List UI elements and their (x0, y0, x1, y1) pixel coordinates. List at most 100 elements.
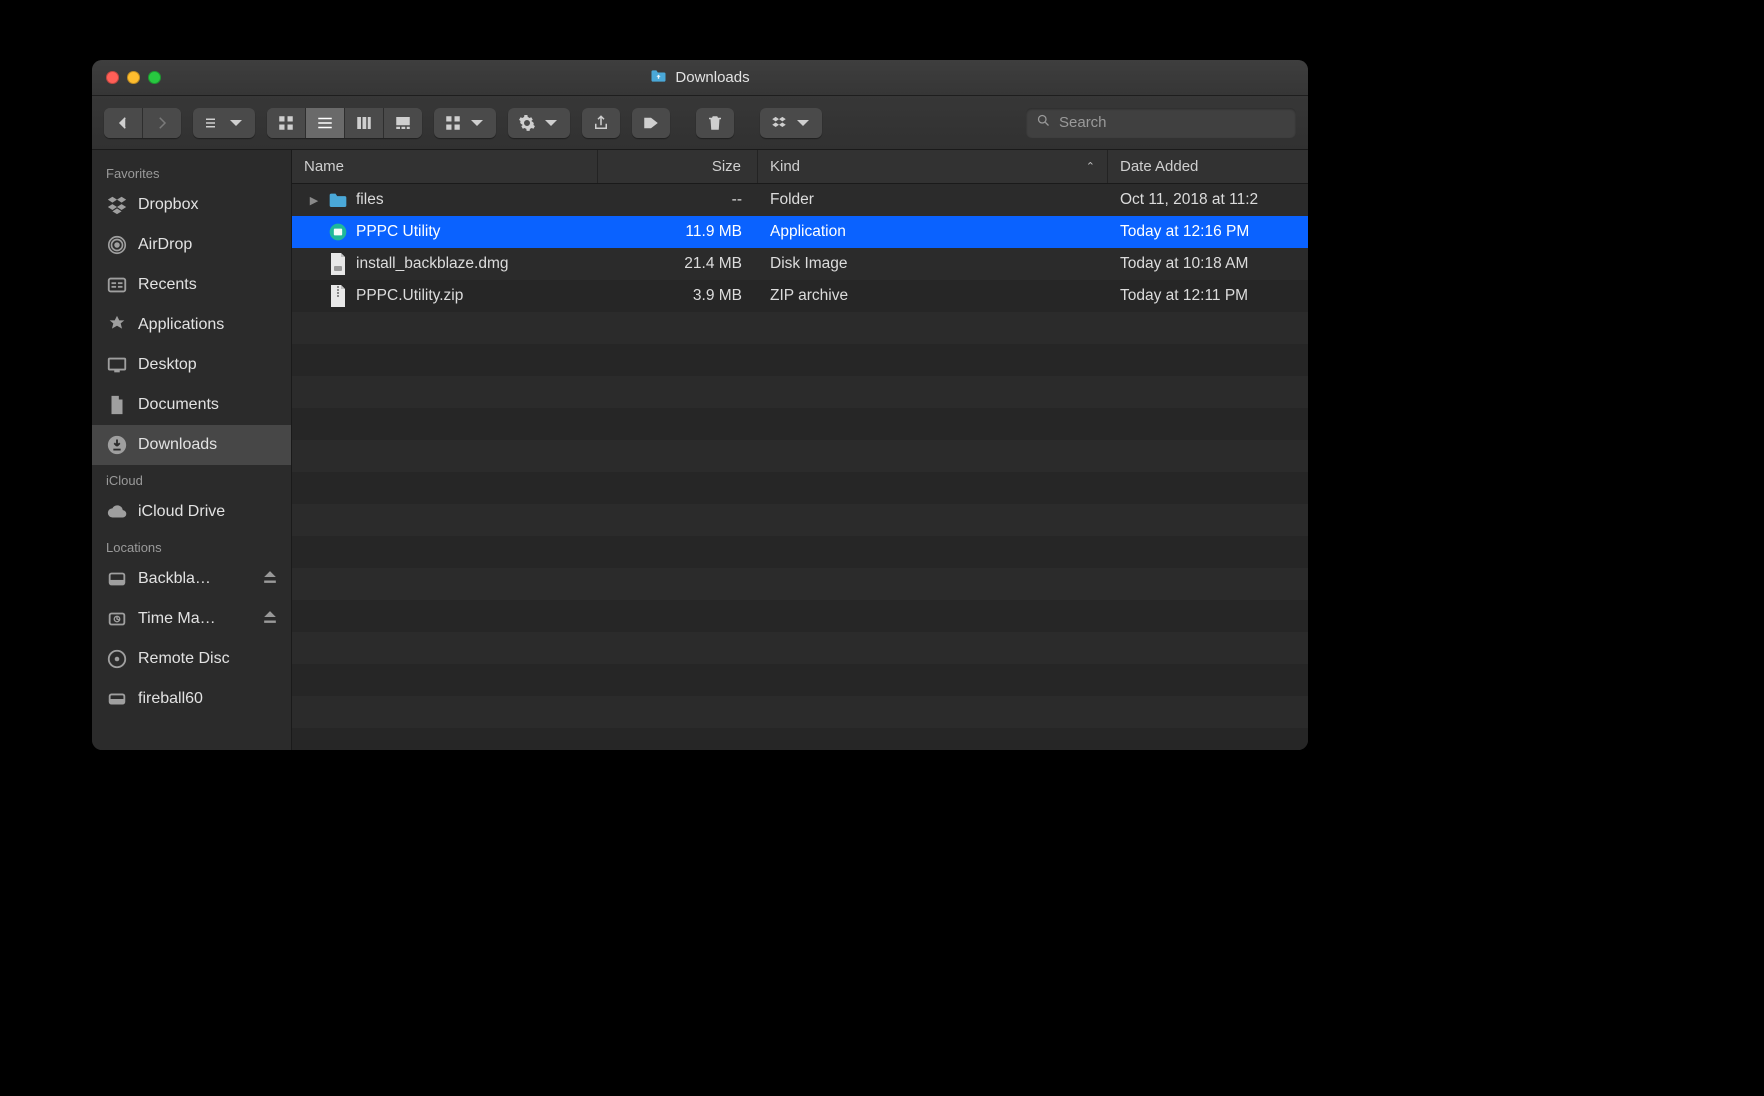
action-button[interactable] (508, 108, 570, 138)
dropbox-button[interactable] (760, 108, 822, 138)
share-button[interactable] (582, 108, 620, 138)
forward-button[interactable] (143, 108, 181, 138)
sidebar-item-dropbox[interactable]: Dropbox (92, 185, 291, 225)
sidebar-item-downloads[interactable]: Downloads (92, 425, 291, 465)
cell-kind: Disk Image (758, 248, 1108, 280)
window-title: Downloads (92, 60, 1308, 95)
sidebar: FavoritesDropbox AirDrop Recents Applicatio… (92, 150, 292, 750)
back-button[interactable] (104, 108, 143, 138)
search-input[interactable] (1059, 114, 1286, 131)
cloud-icon (106, 501, 128, 523)
file-icon (328, 222, 348, 242)
sidebar-section-label: iCloud (92, 465, 291, 492)
empty-row (292, 504, 1308, 536)
sidebar-item-label: Time Ma… (138, 610, 253, 628)
sidebar-item-fireball60[interactable]: fireball60 (92, 679, 291, 719)
sidebar-item-label: Backbla… (138, 570, 253, 588)
file-row[interactable]: PPPC.Utility.zip 3.9 MBZIP archiveToday a… (292, 280, 1308, 312)
arrange-button[interactable] (434, 108, 496, 138)
dropbox-icon (106, 194, 128, 216)
sidebar-item-icloud-drive[interactable]: iCloud Drive (92, 492, 291, 532)
file-icon (328, 286, 348, 306)
airdrop-icon (106, 234, 128, 256)
sidebar-item-label: iCloud Drive (138, 503, 277, 521)
tags-button[interactable] (632, 108, 670, 138)
sidebar-item-documents[interactable]: Documents (92, 385, 291, 425)
minimize-button[interactable] (127, 71, 140, 84)
empty-row (292, 376, 1308, 408)
cell-name: PPPC.Utility.zip (296, 280, 598, 312)
eject-icon[interactable] (263, 610, 277, 629)
file-rows: ▶files--FolderOct 11, 2018 at 11:2PPPC U… (292, 184, 1308, 750)
apps-icon (106, 314, 128, 336)
column-size[interactable]: Size (598, 150, 758, 183)
cell-date: Oct 11, 2018 at 11:2 (1108, 184, 1308, 216)
list-view-button[interactable] (306, 108, 345, 138)
sidebar-item-label: AirDrop (138, 236, 277, 254)
sidebar-section-label: Favorites (92, 158, 291, 185)
cell-name: install_backblaze.dmg (296, 248, 598, 280)
sidebar-item-backblaze[interactable]: Backbla… (92, 559, 291, 599)
cell-date: Today at 12:11 PM (1108, 280, 1308, 312)
column-name[interactable]: Name (292, 150, 598, 183)
downloads-icon (106, 434, 128, 456)
file-row[interactable]: PPPC Utility11.9 MBApplicationToday at 1… (292, 216, 1308, 248)
sidebar-item-remote-disc[interactable]: Remote Disc (92, 639, 291, 679)
sort-indicator-icon: ⌃ (1086, 160, 1095, 173)
window-body: FavoritesDropbox AirDrop Recents Applicatio… (92, 150, 1308, 750)
sidebar-item-label: Downloads (138, 436, 277, 454)
tmdrive-icon (106, 608, 128, 630)
search-field[interactable] (1026, 108, 1296, 138)
cell-kind: Application (758, 216, 1108, 248)
sidebar-item-label: fireball60 (138, 690, 277, 708)
zoom-button[interactable] (148, 71, 161, 84)
trash-button[interactable] (696, 108, 734, 138)
cell-date: Today at 10:18 AM (1108, 248, 1308, 280)
close-button[interactable] (106, 71, 119, 84)
empty-row (292, 472, 1308, 504)
empty-row (292, 408, 1308, 440)
folder-icon (650, 69, 667, 87)
sidebar-item-label: Applications (138, 316, 277, 334)
file-row[interactable]: ▶files--FolderOct 11, 2018 at 11:2 (292, 184, 1308, 216)
eject-icon[interactable] (263, 570, 277, 589)
empty-row (292, 568, 1308, 600)
sidebar-item-label: Recents (138, 276, 277, 294)
empty-row (292, 728, 1308, 750)
search-icon (1036, 113, 1051, 133)
disclosure-triangle-icon[interactable]: ▶ (308, 194, 320, 207)
network-icon (106, 688, 128, 710)
gallery-view-button[interactable] (384, 108, 422, 138)
file-name: PPPC.Utility.zip (356, 287, 463, 305)
cell-kind: ZIP archive (758, 280, 1108, 312)
empty-row (292, 600, 1308, 632)
column-kind[interactable]: Kind ⌃ (758, 150, 1108, 183)
toolbar (92, 96, 1308, 150)
empty-row (292, 696, 1308, 728)
cell-size: 3.9 MB (598, 280, 758, 312)
group-by-button[interactable] (193, 108, 255, 138)
finder-window: Downloads (92, 60, 1308, 750)
sidebar-item-recents[interactable]: Recents (92, 265, 291, 305)
documents-icon (106, 394, 128, 416)
window-title-text: Downloads (675, 69, 749, 86)
sidebar-item-timemachine[interactable]: Time Ma… (92, 599, 291, 639)
file-row[interactable]: install_backblaze.dmg21.4 MBDisk ImageTo… (292, 248, 1308, 280)
icon-view-button[interactable] (267, 108, 306, 138)
file-icon (328, 190, 348, 210)
sidebar-item-desktop[interactable]: Desktop (92, 345, 291, 385)
file-name: install_backblaze.dmg (356, 255, 509, 273)
cell-size: -- (598, 184, 758, 216)
sidebar-item-applications[interactable]: Applications (92, 305, 291, 345)
file-icon (328, 254, 348, 274)
empty-row (292, 632, 1308, 664)
empty-row (292, 664, 1308, 696)
recents-icon (106, 274, 128, 296)
sidebar-section-label: Locations (92, 532, 291, 559)
view-buttons (267, 108, 422, 138)
cell-kind: Folder (758, 184, 1108, 216)
sidebar-item-label: Desktop (138, 356, 277, 374)
column-date-added[interactable]: Date Added (1108, 150, 1308, 183)
column-view-button[interactable] (345, 108, 384, 138)
sidebar-item-airdrop[interactable]: AirDrop (92, 225, 291, 265)
